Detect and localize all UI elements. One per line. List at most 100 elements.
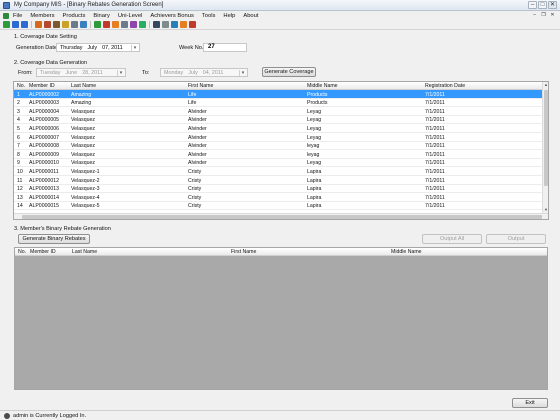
menu-tools[interactable]: Tools [202,13,216,19]
mdi-minimize-button[interactable]: – [531,12,538,18]
generation-date-picker[interactable]: Thursday July 07, 2011 ▾ [56,43,140,52]
table-row[interactable]: 1 ALP0000002 Amazing Life Products 7/1/2011 [14,90,543,99]
orders-icon[interactable] [53,21,60,28]
coverage-horizontal-scrollbar[interactable] [14,213,548,219]
table-row[interactable]: 14 ALP0000015 Velasquez-5 Cristy Lapira 7/1/2… [14,202,543,211]
column-header[interactable]: Registration Date [425,83,465,89]
table-row[interactable]: 5 ALP0000006 Velasquez Alvinder Leyag 7/1/201… [14,124,543,133]
column-header[interactable]: Member ID [29,83,55,89]
table-row[interactable]: 13 ALP0000014 Velasquez-4 Cristy Lapira 7/1/2… [14,193,543,202]
table-row[interactable]: 12 ALP0000013 Velasquez-3 Cristy Lapira 7/1/2… [14,185,543,194]
menu-help[interactable]: Help [223,13,235,19]
table-cell: Life [188,100,197,107]
minimize-button[interactable]: – [528,1,537,9]
generate-coverage-button[interactable]: Generate Coverage [262,67,316,77]
chart-icon[interactable] [94,21,101,28]
column-header[interactable]: Last Name [72,249,97,255]
table-cell: 7/1/2011 [425,100,445,107]
cart-icon[interactable] [62,21,69,28]
table-row[interactable]: 6 ALP0000007 Velasquez Alvinder Leyag 7/1/201… [14,133,543,142]
table-cell: 7/1/2011 [425,91,445,98]
column-header[interactable]: No. [18,249,26,255]
to-date-picker[interactable]: Monday July 04, 2011 ▾ [160,68,248,77]
table-cell: Velasquez [71,143,95,150]
table-row[interactable]: 7 ALP0000008 Velasquez Alvinder leyag 7/1/201… [14,142,543,151]
mdi-restore-button[interactable]: ❐ [540,12,547,18]
tree-icon[interactable] [139,21,146,28]
gen-date-date: 07, 2011 [102,44,123,51]
toolbar-separator [90,21,91,28]
exit-icon[interactable] [189,21,196,28]
calendar-dropdown-icon[interactable]: ▾ [131,45,138,51]
table-row[interactable]: 9 ALP0000010 Velasquez Alvinder Leyag 7/1/201… [14,159,543,168]
network-icon[interactable] [80,21,87,28]
table-cell: Velasquez-5 [71,203,100,210]
column-header[interactable]: Member ID [30,249,56,255]
table-row[interactable]: 3 ALP0000004 Velasquez Alvinder Leyag 7/1/201… [14,107,543,116]
coverage-grid[interactable]: No. Member ID Last Name First Name Middle Na… [13,81,549,220]
column-header[interactable]: Middle Name [307,83,338,89]
binary-icon[interactable] [103,21,110,28]
column-header[interactable]: First Name [188,83,213,89]
lock-icon[interactable] [180,21,187,28]
table-cell: 14 [17,203,23,210]
close-button[interactable]: ✕ [548,1,557,9]
week-no-field[interactable]: 27 [203,43,247,52]
coverage-generation-title: 2. Coverage Data Generation [14,60,88,66]
add-icon[interactable] [3,21,10,28]
exit-button[interactable]: Exit [512,398,548,408]
column-header[interactable]: Last Name [71,83,96,89]
menu-members[interactable]: Members [30,13,54,19]
products-icon[interactable] [35,21,42,28]
table-cell: ALP0000011 [29,168,59,175]
menu-products[interactable]: Products [63,13,86,19]
tools-icon[interactable] [162,21,169,28]
column-header[interactable]: First Name [231,249,256,255]
gen-date-day: Thursday [60,44,83,51]
rebates-icon[interactable] [130,21,137,28]
save-icon[interactable] [21,21,28,28]
table-row[interactable]: 2 ALP0000003 Amazing Life Products 7/1/2011 [14,99,543,108]
rebate-grid[interactable]: No. Member ID Last Name First Name Middle Na… [14,247,548,390]
table-cell: 12 [17,186,23,193]
mdi-close-button[interactable]: ✕ [549,12,556,18]
calendar-dropdown-icon[interactable]: ▾ [117,70,124,76]
back-icon[interactable] [12,21,19,28]
menu-achievers-bonus[interactable]: Achievers Bonus [150,13,194,19]
menu-uni-level[interactable]: Uni-Level [118,13,143,19]
to-date-month: July [188,69,198,76]
column-header[interactable]: No. [17,83,25,89]
table-cell: Cristy [188,177,202,184]
table-row[interactable]: 8 ALP0000009 Velasquez Alvinder leyag 7/1/201… [14,150,543,159]
members-icon[interactable] [44,21,51,28]
table-row[interactable]: 10 ALP0000011 Velasquez-1 Cristy Lapira 7/1/2… [14,167,543,176]
table-cell: 7/1/2011 [425,117,445,124]
table-cell: Alvinder [188,108,207,115]
generate-binary-rebates-button[interactable]: Generate Binary Rebates [18,234,90,244]
output-button[interactable]: Output [486,234,546,244]
output-all-button[interactable]: Output All [422,234,482,244]
settings-icon[interactable] [121,21,128,28]
table-cell: 7/1/2011 [425,177,445,184]
menu-binary[interactable]: Binary [93,13,109,19]
window-title: My Company MIS - [Binary Rebates Generat… [14,2,164,8]
scroll-up-icon[interactable]: ▲ [543,82,548,88]
column-header[interactable]: Middle Name [391,249,422,255]
menu-file[interactable]: File [13,13,22,19]
table-row[interactable]: 11 ALP0000012 Velasquez-2 Cristy Lapira 7/1/2… [14,176,543,185]
user-icon[interactable] [171,21,178,28]
report-icon[interactable] [71,21,78,28]
from-date-picker[interactable]: Tuesday June 28, 2011 ▾ [36,68,126,77]
coverage-vertical-scrollbar[interactable]: ▲ ▼ [542,82,548,213]
scroll-thumb[interactable] [544,90,548,186]
print-icon[interactable] [153,21,160,28]
calendar-dropdown-icon[interactable]: ▾ [239,70,246,76]
table-cell: 4 [17,117,20,124]
maximize-button[interactable]: □ [538,1,547,9]
table-cell: Velasquez [71,134,95,141]
calendar-icon[interactable] [112,21,119,28]
status-bar: admin is Currently Logged In. [0,410,560,420]
table-row[interactable]: 4 ALP0000005 Velasquez Alvinder Leyag 7/1/201… [14,116,543,125]
hscroll-thumb[interactable] [22,215,542,219]
menu-about[interactable]: About [243,13,258,19]
